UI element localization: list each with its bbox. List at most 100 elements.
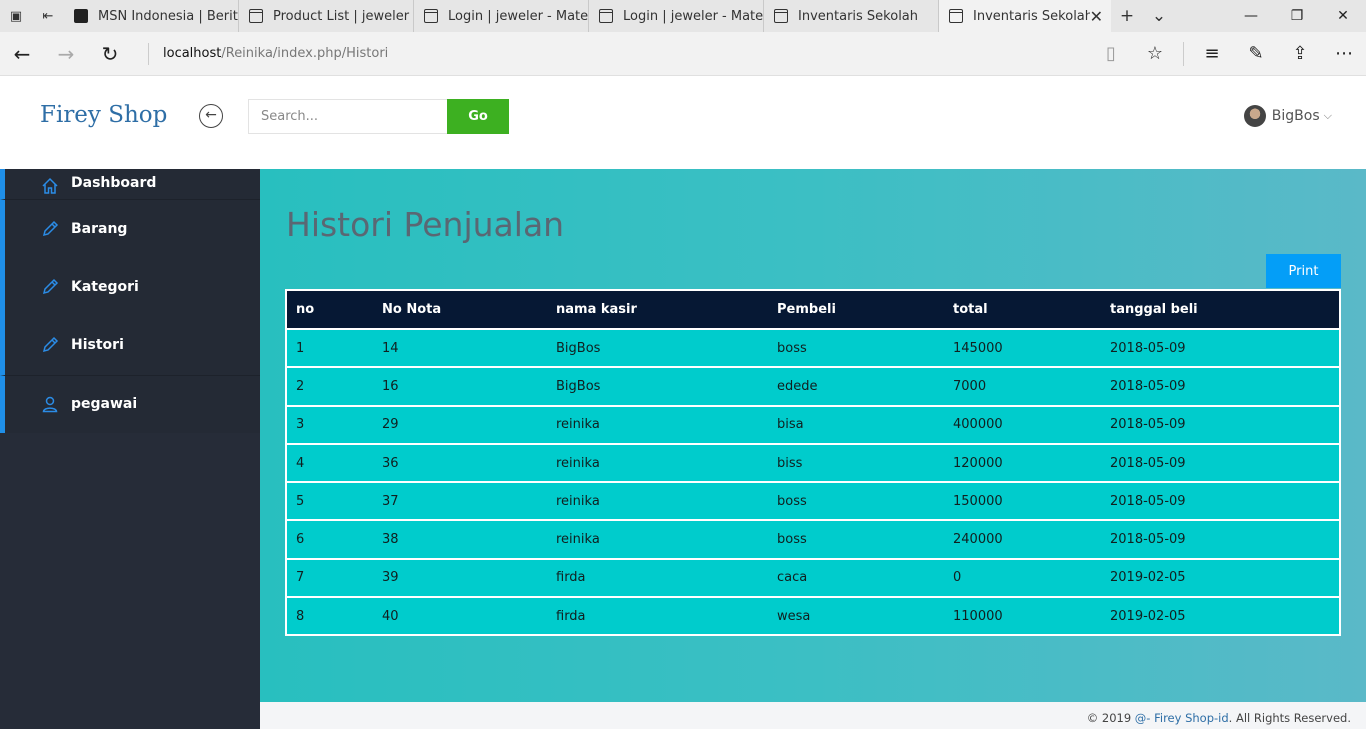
cell-no-nota: 40 (373, 596, 547, 635)
forward-arrow-icon[interactable]: → (44, 42, 88, 66)
back-arrow-icon[interactable]: ← (0, 42, 44, 66)
set-aside-tabs-icon[interactable]: ⇤ (32, 0, 64, 32)
restore-icon[interactable]: ❐ (1274, 0, 1320, 32)
reading-view-icon[interactable]: ▯ (1089, 43, 1133, 64)
column-header-nama-kasir: nama kasir (556, 302, 637, 317)
close-tab-icon[interactable]: ✕ (1090, 7, 1103, 26)
cell-tanggal-beli: 2018-05-09 (1101, 404, 1339, 443)
cell-no: 6 (287, 519, 373, 558)
cell-nama-kasir: firda (547, 557, 768, 597)
cell-tanggal-beli: 2019-02-05 (1101, 596, 1339, 635)
refresh-icon[interactable]: ↻ (88, 42, 132, 66)
close-window-icon[interactable]: ✕ (1320, 0, 1366, 32)
cell-total: 150000 (944, 481, 1101, 520)
cell-total: 240000 (944, 519, 1101, 558)
footer-link[interactable]: @- Firey Shop-id (1135, 711, 1229, 725)
msn-icon (74, 9, 88, 23)
cell-total: 0 (944, 557, 1101, 597)
pencil-icon (39, 276, 61, 298)
cell-pembeli: boss (768, 328, 944, 367)
cell-nama-kasir: BigBos (547, 366, 768, 405)
table-row: 4 36 reinika biss 120000 2018-05-09 (287, 442, 1339, 482)
tab-manager-icon[interactable]: ▣ (0, 0, 32, 32)
history-table-container: no No Nota nama kasir Pembeli total tang… (285, 289, 1341, 637)
tab-preview-chevron-icon[interactable]: ⌄ (1143, 6, 1175, 26)
user-icon (39, 393, 61, 415)
page-header: Firey Shop ← Go BigBos ⌵ (0, 76, 1366, 169)
cell-tanggal-beli: 2018-05-09 (1101, 366, 1339, 405)
hub-icon[interactable]: ≡ (1190, 43, 1234, 64)
browser-tab-bar: ▣ ⇤ MSN Indonesia | Berita Product List … (0, 0, 1366, 32)
sidebar-item-dashboard[interactable]: Dashboard (0, 169, 260, 199)
cell-pembeli: biss (768, 442, 944, 482)
history-table: no No Nota nama kasir Pembeli total tang… (287, 291, 1339, 635)
cell-nama-kasir: reinika (547, 404, 768, 443)
sidebar-toggle-back-icon[interactable]: ← (199, 104, 223, 128)
brand-logo[interactable]: Firey Shop (40, 102, 167, 128)
cell-total: 145000 (944, 328, 1101, 367)
cell-no: 4 (287, 442, 373, 482)
url-field[interactable]: localhost/Reinika/index.php/Histori (148, 42, 388, 65)
cell-total: 7000 (944, 366, 1101, 405)
pencil-icon (39, 334, 61, 356)
user-menu[interactable]: BigBos ⌵ (1243, 105, 1332, 127)
tab-label: Login | jeweler - Materi (448, 8, 588, 24)
web-note-pen-icon[interactable]: ✎ (1234, 43, 1278, 64)
more-menu-icon[interactable]: ⋯ (1322, 43, 1366, 64)
table-row: 6 38 reinika boss 240000 2018-05-09 (287, 519, 1339, 558)
cell-no: 3 (287, 404, 373, 443)
new-tab-icon[interactable]: + (1111, 6, 1143, 26)
table-row: 7 39 firda caca 0 2019-02-05 (287, 557, 1339, 597)
cell-no: 2 (287, 366, 373, 405)
browser-tab[interactable]: Inventaris Sekolah (764, 0, 939, 32)
url-host: localhost (163, 45, 222, 61)
tab-label: Login | jeweler - Materi (623, 8, 763, 24)
sidebar-item-label: Kategori (71, 278, 139, 295)
sidebar-item-label: pegawai (71, 396, 138, 413)
cell-pembeli: caca (768, 557, 944, 597)
sidebar-item-pegawai[interactable]: pegawai (0, 374, 260, 433)
print-button[interactable]: Print (1266, 254, 1341, 288)
cell-pembeli: boss (768, 519, 944, 558)
browser-tab[interactable]: Login | jeweler - Materi (589, 0, 764, 32)
cell-no-nota: 38 (373, 519, 547, 558)
browser-tab[interactable]: Product List | jeweler - I (239, 0, 414, 32)
table-row: 5 37 reinika boss 150000 2018-05-09 (287, 481, 1339, 520)
browser-tab-active[interactable]: Inventaris Sekolah ✕ (939, 0, 1111, 32)
sidebar-item-barang[interactable]: Barang (0, 199, 260, 258)
user-name: BigBos (1271, 108, 1320, 124)
cell-pembeli: bisa (768, 404, 944, 443)
page-title: Histori Penjualan (286, 205, 565, 244)
cell-tanggal-beli: 2018-05-09 (1101, 481, 1339, 520)
sidebar-item-histori[interactable]: Histori (0, 316, 260, 375)
sidebar-menu: Dashboard Barang Kategori Histori pegawa… (0, 169, 260, 433)
cell-pembeli: wesa (768, 596, 944, 635)
cell-tanggal-beli: 2019-02-05 (1101, 557, 1339, 597)
sidebar-item-label: Barang (71, 220, 128, 237)
address-bar: ← → ↻ localhost/Reinika/index.php/Histor… (0, 32, 1366, 76)
search-go-button[interactable]: Go (447, 99, 509, 134)
cell-tanggal-beli: 2018-05-09 (1101, 442, 1339, 482)
cell-tanggal-beli: 2018-05-09 (1101, 328, 1339, 367)
page-icon (949, 9, 963, 23)
browser-tab[interactable]: MSN Indonesia | Berita (64, 0, 239, 32)
sidebar-item-label: Histori (71, 337, 124, 354)
cell-total: 120000 (944, 442, 1101, 482)
search-input[interactable] (248, 99, 448, 134)
cell-nama-kasir: reinika (547, 481, 768, 520)
table-row: 8 40 firda wesa 110000 2019-02-05 (287, 596, 1339, 635)
minimize-icon[interactable]: — (1228, 0, 1274, 32)
cell-nama-kasir: reinika (547, 519, 768, 558)
pencil-icon (39, 218, 61, 240)
main-content: Histori Penjualan Print no No Nota nama … (260, 169, 1366, 702)
page-icon (774, 9, 788, 23)
table-header-row: no No Nota nama kasir Pembeli total tang… (287, 291, 1339, 328)
avatar (1243, 105, 1266, 127)
favorite-star-icon[interactable]: ☆ (1133, 43, 1177, 64)
column-header-tanggal-beli: tanggal beli (1110, 302, 1198, 317)
footer-copyright: © 2019 (1086, 711, 1135, 725)
sidebar-item-kategori[interactable]: Kategori (0, 257, 260, 316)
share-icon[interactable]: ⇪ (1278, 43, 1322, 64)
column-header-total: total (953, 302, 988, 317)
browser-tab[interactable]: Login | jeweler - Materi (414, 0, 589, 32)
